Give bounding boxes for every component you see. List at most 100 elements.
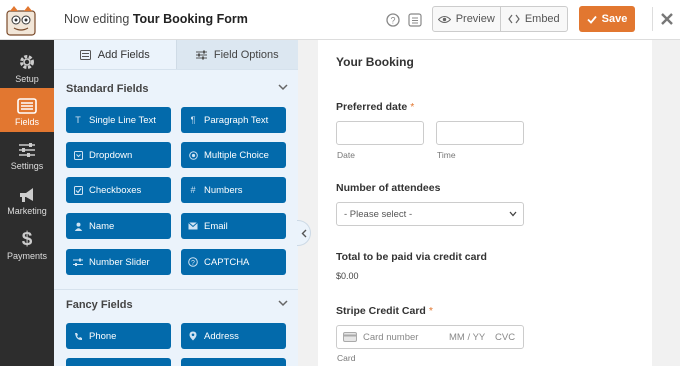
expiry-placeholder: MM / YY — [449, 331, 486, 343]
chevron-down-icon — [278, 84, 288, 91]
preview-button[interactable]: Preview — [433, 7, 500, 31]
nav-item-setup[interactable]: Setup — [0, 45, 54, 89]
attendees-label: Number of attendees — [336, 182, 441, 194]
field-button-single-line-text[interactable]: T Single Line Text — [66, 107, 171, 133]
hash-icon: # — [190, 185, 196, 195]
help-icon[interactable]: ? — [385, 12, 401, 28]
field-button-partial[interactable] — [66, 358, 171, 366]
section-divider — [54, 289, 298, 290]
field-label: Dropdown — [89, 149, 133, 161]
phone-icon — [73, 331, 83, 341]
stripe-label: Stripe Credit Card * — [336, 305, 433, 317]
nav-label: Fields — [14, 117, 39, 127]
field-label: Name — [89, 220, 115, 232]
required-mark: * — [410, 101, 415, 113]
top-bar: Now editing Tour Booking Form ? Preview … — [0, 0, 680, 40]
text-icon: T — [75, 115, 81, 125]
dollar-icon: $ — [22, 229, 33, 248]
svg-text:?: ? — [191, 260, 195, 267]
label-text: Stripe Credit Card — [336, 305, 426, 317]
user-icon — [73, 221, 83, 231]
field-button-multiple-choice[interactable]: Multiple Choice — [181, 142, 286, 168]
tab-label: Field Options — [213, 48, 279, 61]
chevron-down-icon — [278, 300, 288, 307]
select-value: - Please select - — [344, 208, 413, 220]
nav-item-marketing[interactable]: Marketing — [0, 177, 54, 221]
total-amount: $0.00 — [336, 271, 359, 281]
field-button-numbers[interactable]: # Numbers — [181, 177, 286, 203]
nav-label: Marketing — [7, 206, 47, 216]
field-label: Address — [204, 330, 239, 342]
attendees-select[interactable]: - Please select - — [336, 202, 524, 226]
slider-icon — [73, 257, 83, 267]
field-button-number-slider[interactable]: Number Slider — [66, 249, 171, 275]
field-label: Phone — [89, 330, 117, 342]
field-button-name[interactable]: Name — [66, 213, 171, 239]
credit-card-input[interactable]: Card number MM / YY CVC — [336, 325, 524, 349]
envelope-icon — [188, 221, 198, 231]
close-icon[interactable] — [652, 7, 680, 31]
nav-label: Settings — [10, 161, 44, 171]
megaphone-icon — [20, 188, 33, 202]
form-title: Your Booking — [336, 55, 414, 69]
time-sublabel: Time — [437, 150, 456, 160]
embed-label: Embed — [524, 13, 560, 25]
field-label: CAPTCHA — [204, 256, 250, 268]
label-text: Preferred date — [336, 101, 408, 113]
section-title: Standard Fields — [66, 83, 149, 95]
fancy-fields-heading[interactable]: Fancy Fields — [66, 299, 288, 315]
radio-icon — [188, 150, 198, 160]
panel-tabs: Add Fields Field Options — [54, 40, 298, 70]
svg-text:?: ? — [390, 16, 395, 26]
field-button-email[interactable]: Email — [181, 213, 286, 239]
svg-text:$: $ — [22, 229, 33, 248]
nav-item-fields[interactable]: Fields — [0, 88, 54, 132]
list-icon[interactable] — [407, 12, 423, 28]
paragraph-icon: ¶ — [190, 115, 196, 125]
credit-card-icon — [343, 332, 357, 342]
field-label: Single Line Text — [89, 114, 156, 126]
date-sublabel: Date — [337, 150, 355, 160]
date-input[interactable] — [336, 121, 424, 145]
nav-item-payments[interactable]: $ Payments — [0, 222, 54, 266]
field-label: Checkboxes — [89, 184, 142, 196]
question-icon: ? — [188, 257, 198, 267]
field-button-phone[interactable]: Phone — [66, 323, 171, 349]
preview-label: Preview — [455, 13, 495, 25]
check-icon — [587, 15, 597, 24]
nav-label: Payments — [6, 251, 48, 261]
sliders-icon — [195, 50, 207, 59]
dropdown-icon — [73, 150, 83, 160]
tab-field-options[interactable]: Field Options — [175, 40, 298, 69]
field-button-partial[interactable] — [181, 358, 286, 366]
field-button-dropdown[interactable]: Dropdown — [66, 142, 171, 168]
fields-panel: Add Fields Field Options Standard Fields… — [54, 40, 298, 366]
tab-label: Add Fields — [97, 48, 150, 61]
code-icon — [508, 14, 520, 24]
field-button-checkboxes[interactable]: Checkboxes — [66, 177, 171, 203]
left-nav: Setup Fields Settings Marketing $ Paymen… — [0, 40, 54, 366]
field-button-captcha[interactable]: ? CAPTCHA — [181, 249, 286, 275]
embed-button[interactable]: Embed — [499, 7, 568, 31]
cvc-placeholder: CVC — [495, 331, 516, 343]
section-title: Fancy Fields — [66, 299, 133, 311]
checkbox-icon — [73, 185, 83, 195]
nav-item-settings[interactable]: Settings — [0, 132, 54, 176]
card-number-placeholder: Card number — [363, 331, 419, 343]
preferred-date-label: Preferred date * — [336, 101, 414, 113]
save-button[interactable]: Save — [579, 6, 635, 32]
gear-icon — [20, 55, 34, 69]
chevron-down-icon — [509, 211, 517, 217]
field-label: Number Slider — [89, 256, 150, 268]
title-prefix: Now editing — [64, 12, 130, 26]
preview-embed-group: Preview Embed — [432, 6, 568, 32]
map-marker-icon — [188, 331, 198, 341]
field-button-paragraph-text[interactable]: ¶ Paragraph Text — [181, 107, 286, 133]
time-input[interactable] — [436, 121, 524, 145]
field-button-address[interactable]: Address — [181, 323, 286, 349]
standard-fields-heading[interactable]: Standard Fields — [66, 83, 288, 99]
chevron-left-icon — [301, 229, 306, 237]
nav-label: Setup — [15, 74, 39, 84]
field-label: Numbers — [204, 184, 243, 196]
tab-add-fields[interactable]: Add Fields — [54, 40, 176, 69]
